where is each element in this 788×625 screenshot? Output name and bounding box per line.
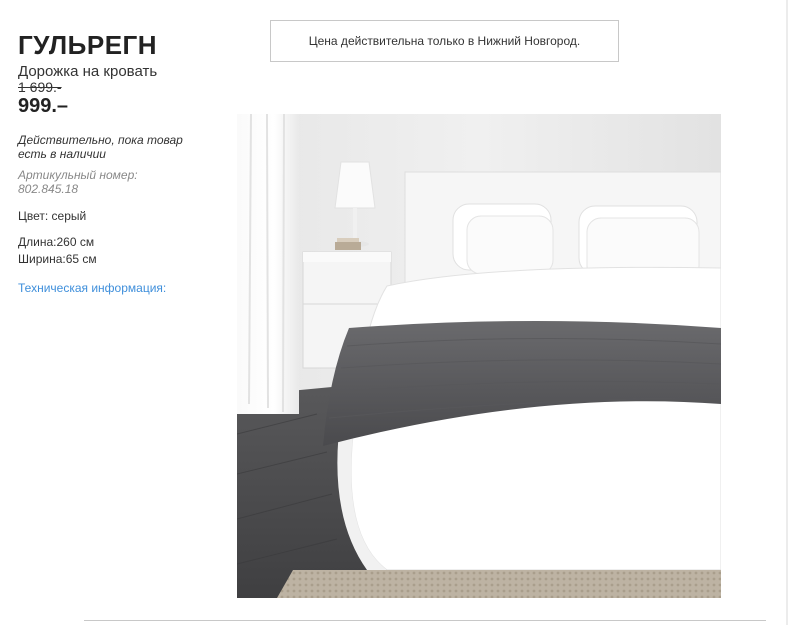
product-color: Цвет: серый	[18, 209, 87, 223]
current-price: 999.–	[18, 95, 69, 117]
old-price: 1 699.-	[18, 79, 62, 95]
tech-info-link[interactable]: Техническая информация:	[18, 281, 166, 295]
bed-illustration	[237, 114, 721, 598]
product-length: Длина:260 см	[18, 235, 95, 249]
article-number: Артикульный номер: 802.845.18	[18, 168, 138, 196]
bottom-divider	[84, 620, 766, 621]
price-region-notice: Цена действительна только в Нижний Новго…	[270, 20, 619, 62]
product-title: ГУЛЬРЕГН	[18, 30, 158, 60]
product-info-panel: ГУЛЬРЕГН Дорожка на кровать 1 699.- 999.…	[18, 30, 218, 297]
product-description: Дорожка на кровать	[18, 63, 158, 80]
availability-note: Действительно, пока товар есть в наличии	[18, 133, 183, 161]
product-width: Ширина:65 см	[18, 252, 97, 266]
product-photo[interactable]	[237, 114, 721, 598]
